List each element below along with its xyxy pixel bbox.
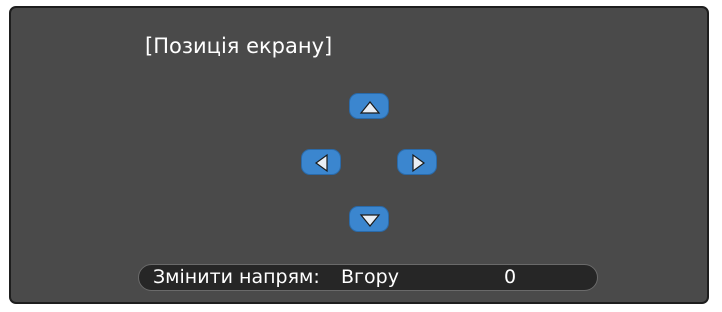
screen-position-panel: [Позиція екрану] Змінити напрям: Вгору 0 [9, 6, 709, 304]
change-direction-label: Змінити напрям: [153, 266, 320, 288]
move-right-button[interactable] [397, 149, 437, 175]
move-up-button[interactable] [349, 93, 389, 119]
position-value: 0 [504, 266, 517, 288]
triangle-up-icon [359, 101, 381, 114]
triangle-right-icon [412, 153, 426, 173]
page-title: [Позиція екрану] [145, 34, 333, 58]
direction-value: Вгору [341, 266, 399, 288]
triangle-left-icon [314, 153, 328, 173]
move-left-button[interactable] [301, 149, 341, 175]
triangle-down-icon [359, 214, 381, 227]
direction-status-bar: Змінити напрям: Вгору 0 [138, 264, 598, 291]
move-down-button[interactable] [349, 206, 389, 232]
